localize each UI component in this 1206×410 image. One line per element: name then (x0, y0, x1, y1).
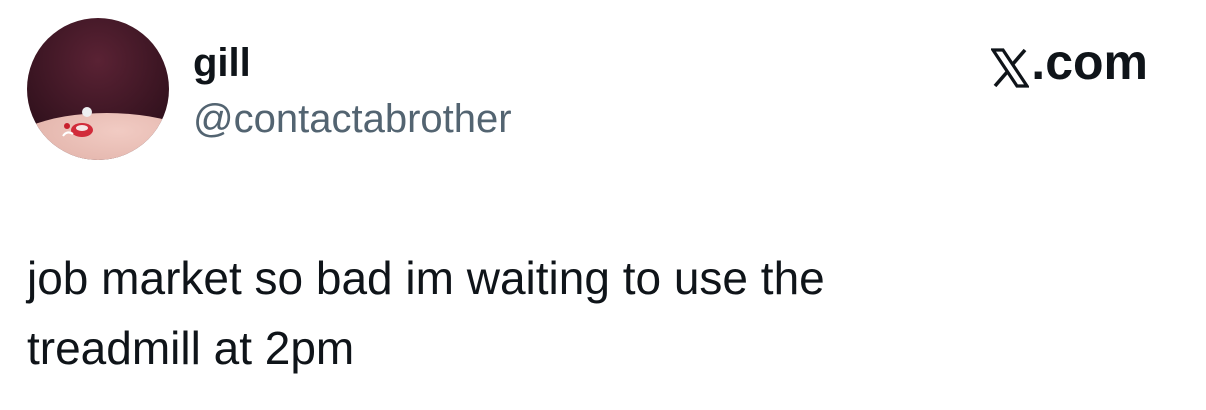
avatar-image (27, 18, 169, 160)
tweet-text-line: treadmill at 2pm (27, 322, 355, 374)
brand-logo: .com (990, 33, 1148, 91)
brand-label: .com (1031, 34, 1148, 90)
tweet-text-line: job market so bad im waiting to use the (27, 252, 825, 304)
tweet-text: job market so bad im waiting to use the … (27, 243, 1127, 383)
author-display-name[interactable]: gill (193, 38, 251, 88)
author-handle[interactable]: @contactabrother (193, 94, 512, 144)
avatar[interactable] (27, 18, 169, 160)
x-logo-icon (990, 42, 1031, 88)
